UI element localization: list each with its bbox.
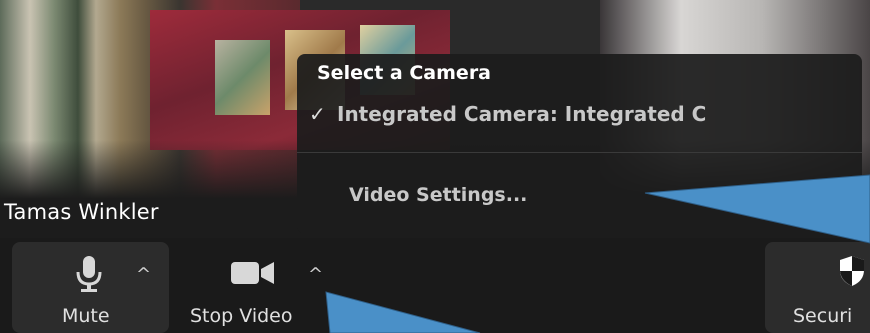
menu-divider bbox=[297, 152, 862, 153]
security-button[interactable]: Securi bbox=[765, 242, 870, 333]
camera-select-menu: Select a Camera ✓ Integrated Camera: Int… bbox=[297, 54, 862, 234]
check-icon: ✓ bbox=[309, 102, 326, 126]
caret-up-icon[interactable]: ^ bbox=[136, 264, 151, 285]
shield-icon bbox=[840, 256, 864, 286]
security-label: Securi bbox=[793, 305, 853, 327]
mute-button[interactable]: ^ Mute bbox=[12, 242, 169, 333]
microphone-icon bbox=[76, 256, 102, 292]
mute-label: Mute bbox=[62, 305, 110, 327]
camera-name-label: Integrated Camera: Integrated C bbox=[337, 102, 707, 126]
menu-item-integrated-camera[interactable]: ✓ Integrated Camera: Integrated C bbox=[309, 100, 706, 128]
stop-video-button[interactable]: ^ Stop Video bbox=[180, 242, 340, 333]
stop-video-label: Stop Video bbox=[190, 305, 293, 327]
video-background-painting bbox=[215, 40, 270, 115]
participant-name: Tamas Winkler bbox=[4, 200, 159, 224]
meeting-toolbar: ^ Mute ^ Stop Video Securi bbox=[0, 238, 870, 333]
menu-heading: Select a Camera bbox=[317, 62, 492, 84]
caret-up-icon[interactable]: ^ bbox=[308, 264, 323, 285]
video-camera-icon bbox=[231, 262, 274, 284]
menu-item-video-settings[interactable]: Video Settings... bbox=[349, 184, 527, 206]
